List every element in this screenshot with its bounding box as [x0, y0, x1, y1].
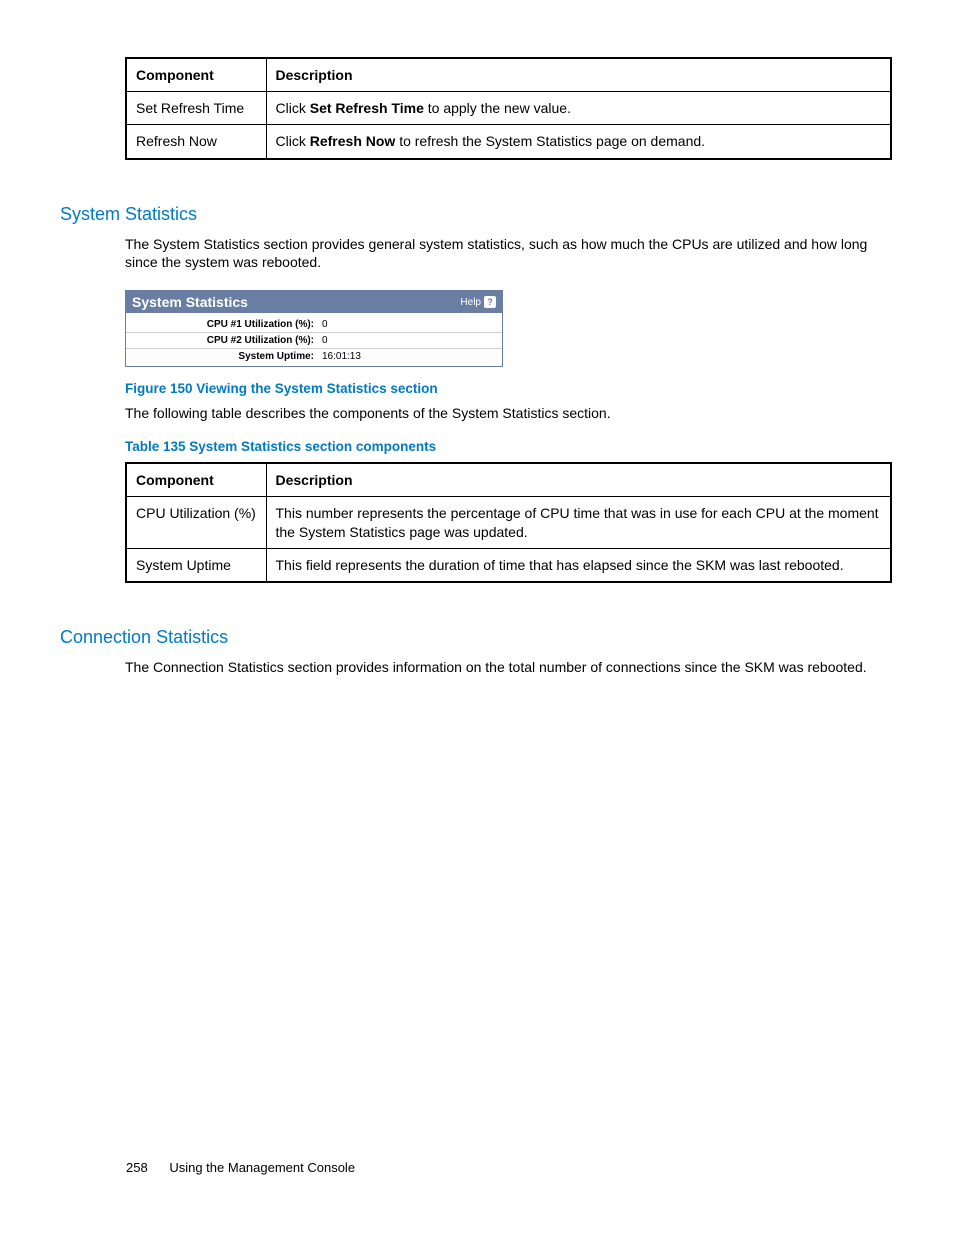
widget-title: System Statistics [132, 294, 248, 310]
widget-row: CPU #2 Utilization (%): 0 [126, 333, 502, 349]
cell-description: Click Set Refresh Time to apply the new … [266, 92, 891, 125]
table-row: System Uptime This field represents the … [126, 548, 891, 582]
chapter-title: Using the Management Console [169, 1160, 355, 1175]
cell-description: This field represents the duration of ti… [266, 548, 891, 582]
system-statistics-intro: The System Statistics section provides g… [125, 235, 892, 273]
cell-component: System Uptime [126, 548, 266, 582]
col-description: Description [266, 463, 891, 497]
widget-label: CPU #2 Utilization (%): [132, 335, 322, 346]
widget-body: CPU #1 Utilization (%): 0 CPU #2 Utiliza… [126, 313, 502, 366]
col-description: Description [266, 58, 891, 92]
figure-caption: Figure 150 Viewing the System Statistics… [125, 381, 892, 396]
refresh-components-table: Component Description Set Refresh Time C… [125, 57, 892, 160]
connection-statistics-heading: Connection Statistics [60, 627, 892, 648]
table-header-row: Component Description [126, 58, 891, 92]
cell-component: Refresh Now [126, 125, 266, 159]
table-row: Set Refresh Time Click Set Refresh Time … [126, 92, 891, 125]
col-component: Component [126, 463, 266, 497]
widget-header: System Statistics Help ? [126, 291, 502, 313]
table-caption: Table 135 System Statistics section comp… [125, 439, 892, 454]
table-row: Refresh Now Click Refresh Now to refresh… [126, 125, 891, 159]
page-footer: 258 Using the Management Console [126, 1160, 355, 1175]
widget-value: 0 [322, 335, 328, 346]
widget-value: 16:01:13 [322, 351, 361, 362]
col-component: Component [126, 58, 266, 92]
system-statistics-heading: System Statistics [60, 204, 892, 225]
table-row: CPU Utilization (%) This number represen… [126, 497, 891, 548]
widget-row: System Uptime: 16:01:13 [126, 349, 502, 364]
page-number: 258 [126, 1160, 148, 1175]
widget-label: CPU #1 Utilization (%): [132, 319, 322, 330]
cell-description: Click Refresh Now to refresh the System … [266, 125, 891, 159]
cell-component: Set Refresh Time [126, 92, 266, 125]
table-intro: The following table describes the compon… [125, 404, 892, 423]
widget-value: 0 [322, 319, 328, 330]
system-statistics-components-table: Component Description CPU Utilization (%… [125, 462, 892, 583]
help-link[interactable]: Help ? [460, 296, 496, 308]
connection-statistics-intro: The Connection Statistics section provid… [125, 658, 892, 677]
widget-row: CPU #1 Utilization (%): 0 [126, 317, 502, 333]
help-icon: ? [484, 296, 496, 308]
cell-component: CPU Utilization (%) [126, 497, 266, 548]
table-header-row: Component Description [126, 463, 891, 497]
widget-label: System Uptime: [132, 351, 322, 362]
system-statistics-widget: System Statistics Help ? CPU #1 Utilizat… [125, 290, 503, 367]
cell-description: This number represents the percentage of… [266, 497, 891, 548]
